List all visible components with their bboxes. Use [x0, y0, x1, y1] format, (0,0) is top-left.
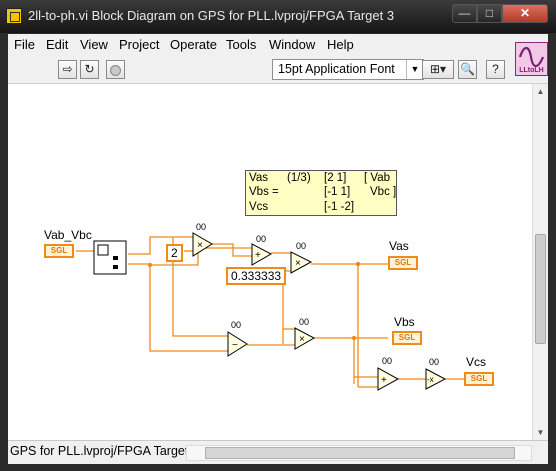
node-marker: 00	[296, 241, 307, 251]
terminal-type: SGL	[50, 246, 68, 255]
output-label-vbs: Vbs	[394, 315, 415, 329]
svg-text:+: +	[381, 375, 387, 386]
search-icon[interactable]: 🔍	[458, 60, 477, 79]
input-terminal[interactable]: SGL	[44, 244, 74, 258]
abort-execution-icon[interactable]	[106, 60, 125, 79]
title-bar[interactable]: 2ll-to-ph.vi Block Diagram on GPS for PL…	[0, 0, 556, 33]
vi-connector-icon[interactable]: LLtoLH	[515, 42, 548, 76]
constant-two[interactable]: 2	[166, 244, 183, 262]
font-select[interactable]: 15pt Application Font ▼	[272, 59, 424, 80]
close-button[interactable]: ✕	[502, 4, 548, 23]
multiply-node[interactable]: ×	[290, 251, 313, 274]
font-select-value: 15pt Application Font	[278, 62, 395, 76]
toolbar: ⇨ ↻ 15pt Application Font ▼ ⊞▾ 🔍 ?	[8, 54, 548, 84]
svg-text:×: ×	[295, 258, 301, 269]
output-terminal-vcs[interactable]: SGL	[464, 372, 494, 386]
vertical-scroll-thumb[interactable]	[535, 234, 546, 344]
comment-text: [2 1]	[324, 172, 347, 184]
project-status[interactable]: GPS for PLL.lvproj/FPGA Target 3	[10, 444, 199, 458]
add-node[interactable]: +	[377, 367, 400, 391]
vertical-scrollbar[interactable]: ▲ ▼	[532, 84, 548, 440]
align-objects-icon[interactable]: ⊞▾	[422, 60, 454, 79]
matrix-comment[interactable]: Vas (1/3) [2 1] [ Vab Vbs = [-1 1] Vbc ]…	[245, 170, 397, 216]
minimize-button[interactable]: —	[452, 4, 477, 23]
subtract-node[interactable]: −	[227, 331, 248, 357]
block-diagram-canvas[interactable]: × + × − × + -x 00 00 00 00 00 00 00 Vas …	[8, 84, 532, 440]
comment-text: Vas	[249, 172, 268, 184]
constant-one-third[interactable]: 0.333333	[226, 267, 287, 285]
comment-text: [-1 -2]	[324, 201, 355, 213]
comment-text: Vbs =	[249, 186, 279, 198]
menu-edit[interactable]: Edit	[46, 37, 68, 52]
menu-view[interactable]: View	[80, 37, 108, 52]
output-terminal-vbs[interactable]: SGL	[392, 331, 422, 345]
negate-node[interactable]: -x	[425, 368, 447, 390]
horizontal-scroll-thumb[interactable]	[205, 447, 515, 459]
scroll-up-icon[interactable]: ▲	[533, 84, 548, 99]
maximize-button[interactable]: □	[477, 4, 502, 23]
run-continuously-icon[interactable]: ↻	[80, 60, 99, 79]
labview-vi-icon	[6, 8, 22, 24]
node-marker: 00	[382, 356, 393, 366]
window-title: 2ll-to-ph.vi Block Diagram on GPS for PL…	[28, 8, 395, 23]
wire-layer: × + × − × + -x	[76, 232, 464, 391]
menu-file[interactable]: File	[14, 37, 35, 52]
menu-tools[interactable]: Tools	[226, 37, 256, 52]
scroll-down-icon[interactable]: ▼	[533, 425, 548, 440]
context-help-icon[interactable]: ?	[486, 60, 505, 79]
menu-help[interactable]: Help	[327, 37, 354, 52]
comment-text: [ Vab	[364, 172, 390, 184]
menu-operate[interactable]: Operate	[170, 37, 217, 52]
node-marker: 00	[256, 234, 267, 244]
add-node[interactable]: +	[251, 243, 273, 266]
comment-text: Vbc ]	[370, 186, 397, 198]
output-label-vcs: Vcs	[466, 355, 487, 369]
comment-text: Vcs	[249, 201, 269, 213]
menu-bar: File Edit View Project Operate Tools Win…	[8, 34, 548, 54]
run-arrow-icon[interactable]: ⇨	[58, 60, 77, 79]
unbundle-node[interactable]	[93, 240, 127, 275]
terminal-type: SGL	[470, 374, 488, 383]
svg-text:−: −	[232, 340, 238, 351]
terminal-type: SGL	[398, 333, 416, 342]
terminal-type: SGL	[394, 258, 412, 267]
multiply-node[interactable]: ×	[192, 232, 213, 257]
node-marker: 00	[429, 357, 440, 367]
node-marker: 00	[231, 320, 242, 330]
vi-icon-label: LLtoLH	[519, 67, 544, 74]
menu-window[interactable]: Window	[269, 37, 315, 52]
output-terminal-vas[interactable]: SGL	[388, 256, 418, 270]
svg-text:-x: -x	[427, 375, 434, 384]
chevron-down-icon: ▼	[406, 60, 423, 79]
comment-text: (1/3)	[287, 172, 311, 184]
node-marker: 00	[299, 317, 310, 327]
svg-text:+: +	[255, 250, 261, 261]
input-label: Vab_Vbc	[44, 228, 92, 242]
block-diagram-window: 2ll-to-ph.vi Block Diagram on GPS for PL…	[0, 0, 556, 471]
horizontal-scrollbar[interactable]	[186, 445, 532, 461]
node-marker: 00	[196, 222, 207, 232]
menu-project[interactable]: Project	[119, 37, 159, 52]
comment-text: [-1 1]	[324, 186, 351, 198]
multiply-node[interactable]: ×	[294, 327, 316, 350]
output-label-vas: Vas	[389, 239, 409, 253]
svg-text:×: ×	[197, 240, 203, 251]
status-bar: GPS for PLL.lvproj/FPGA Target 3	[8, 440, 548, 464]
svg-text:×: ×	[299, 334, 305, 345]
